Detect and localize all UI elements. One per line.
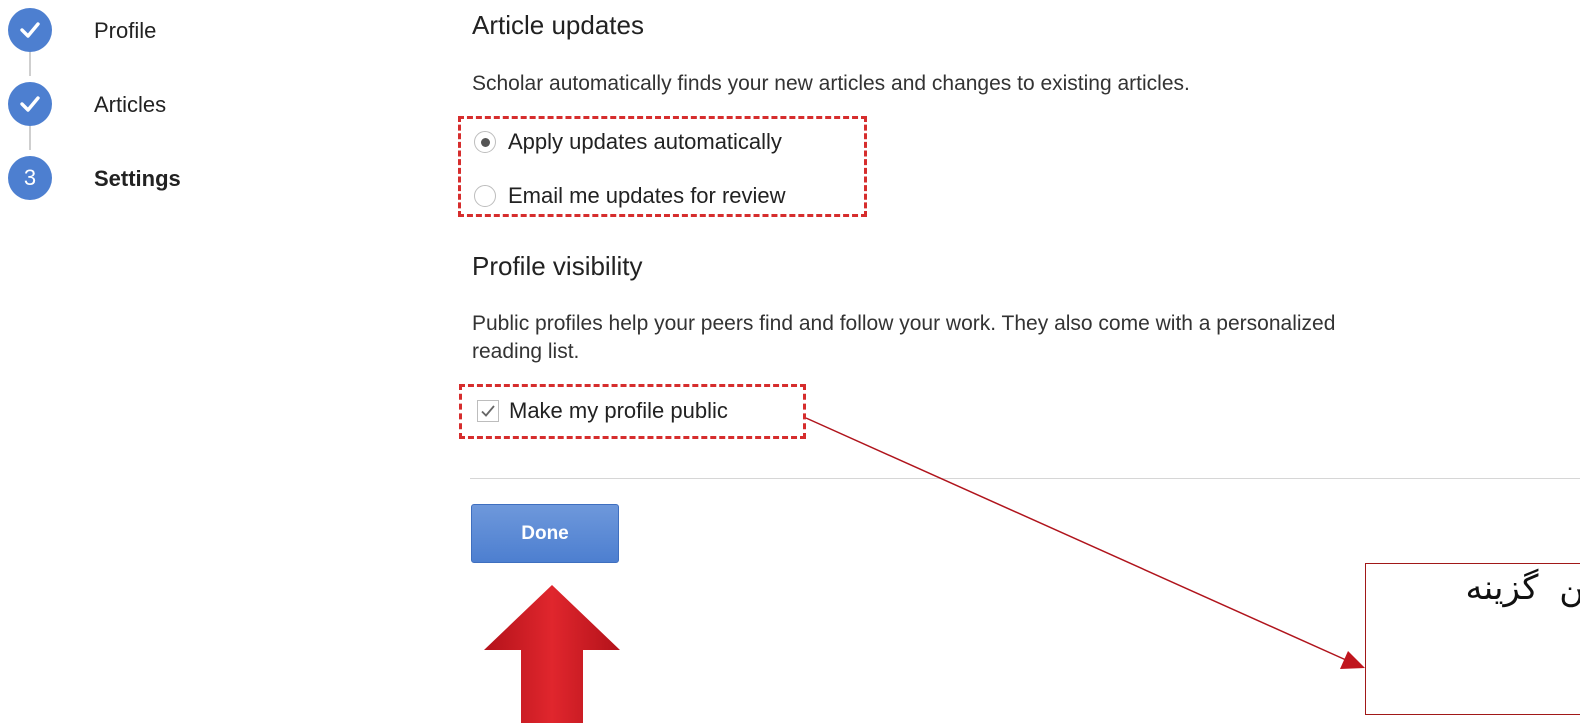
annotation-note-box: این گزینه [1365,563,1580,715]
annotation-arrows [484,417,1365,723]
annotation-note-text: این گزینه [1465,568,1580,608]
up-arrow-icon [484,585,620,723]
pointer-arrow [805,417,1365,669]
